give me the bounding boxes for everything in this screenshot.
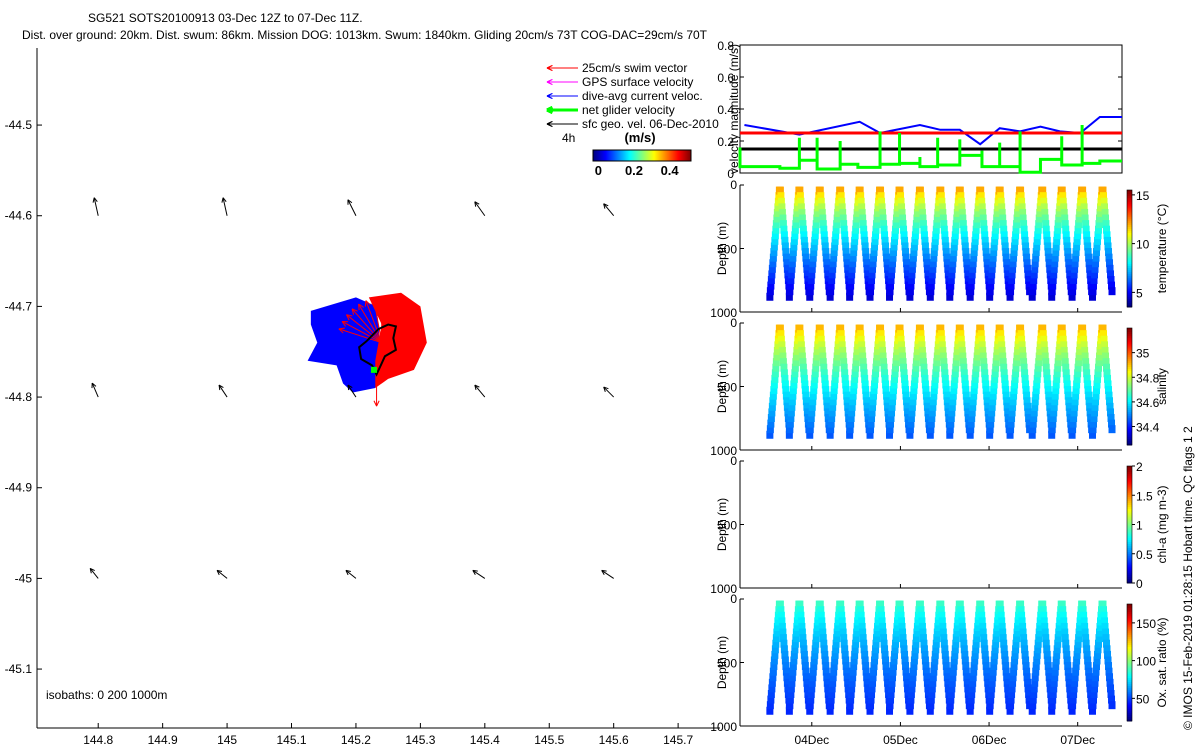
dive-avg-speed-line: [744, 116, 1122, 146]
y-tick-label: -45.1: [5, 662, 33, 676]
x-tick-label: 145.5: [534, 733, 564, 747]
profile-sample: [1108, 701, 1116, 710]
x-tick-label: 145.3: [405, 733, 435, 747]
depth-ylabel: Depth (m): [715, 222, 729, 275]
x-tick-label: 07Dec: [1060, 733, 1095, 747]
geostrophic-velocity-arrow: [474, 201, 486, 217]
interval-label: 4h: [562, 131, 575, 145]
depth-ylabel: Depth (m): [715, 498, 729, 551]
section-panel-1: 05001000Depth (m)34.434.634.835salinity: [710, 316, 1169, 458]
colorbar-tick-label: 150: [1136, 617, 1156, 631]
velocity-panel: 00.20.40.60.8velocity magnitude (m/s): [717, 39, 1123, 181]
x-tick-label: 06Dec: [972, 733, 1007, 747]
colorbar-tick-label: 35: [1136, 347, 1150, 361]
map-legend: 25cm/s swim vectorGPS surface velocitydi…: [546, 61, 719, 178]
section-panel-2: 05001000Depth (m)00.511.52chl-a (mg m-3): [710, 454, 1169, 596]
x-tick-label: 145.6: [599, 733, 629, 747]
colorbar-tick-label: 0.5: [1136, 548, 1153, 562]
colorbar-tick-label: 0: [595, 163, 602, 178]
section-panels: 05001000Depth (m)51015temperature (°C)05…: [710, 178, 1169, 747]
colorbar-label: chl-a (mg m-3): [1155, 485, 1169, 563]
x-tick-label: 04Dec: [794, 733, 829, 747]
geostrophic-velocity-arrow-head: [472, 569, 478, 572]
velocity-frame: [739, 44, 1123, 174]
net-glider-velocity: [370, 366, 377, 373]
x-tick-label: 145.2: [341, 733, 371, 747]
y-tick-label: -44.7: [5, 299, 33, 313]
isobaths-label: isobaths: 0 200 1000m: [46, 688, 167, 702]
legend-label: dive-avg current veloc.: [582, 89, 703, 103]
swim-vector-head: [364, 300, 367, 307]
colorbar-tick-label: 15: [1136, 189, 1150, 203]
y-tick-label: 1000: [710, 720, 737, 734]
credit: © IMOS 15-Feb-2019 01:28:15 Hobart time.…: [1181, 426, 1195, 730]
colorbar-tick-label: 0: [1136, 577, 1143, 591]
y-tick-label: 0: [730, 178, 737, 192]
colorbar-tick-label: 1: [1136, 519, 1143, 533]
geostrophic-velocity-arrow: [347, 199, 357, 216]
y-tick-label: -44.9: [5, 481, 33, 495]
legend-label: 25cm/s swim vector: [582, 61, 687, 75]
x-tick-label: 144.8: [83, 733, 113, 747]
colorbar-label: temperature (°C): [1155, 204, 1169, 294]
x-tick-label: 145: [217, 733, 237, 747]
profile-sample: [1108, 425, 1116, 434]
dive-avg-current-vectors: [307, 297, 382, 393]
y-tick-label: -44.5: [5, 118, 33, 132]
depth-ylabel: Depth (m): [715, 360, 729, 413]
legend-label: sfc geo. vel. 06-Dec-2010: [582, 117, 719, 131]
x-tick-label: 145.7: [663, 733, 693, 747]
y-tick-label: 0: [730, 454, 737, 468]
colorbar-label: salinity: [1155, 368, 1169, 405]
x-tick-label: 145.4: [470, 733, 500, 747]
y-tick-label: 0: [730, 592, 737, 606]
y-tick-label: -44.6: [5, 209, 33, 223]
colorbar-tick-label: 2: [1136, 460, 1143, 474]
figure: SG521 SOTS20100913 03-Dec 12Z to 07-Dec …: [5, 11, 1195, 747]
colorbar-label: Ox. sat. ratio (%): [1155, 617, 1169, 707]
title-line-1: SG521 SOTS20100913 03-Dec 12Z to 07-Dec …: [88, 11, 363, 25]
swim-vector-head: [397, 300, 399, 307]
geostrophic-velocity-arrow: [603, 203, 615, 217]
x-tick-label: 145.1: [276, 733, 306, 747]
depth-ylabel: Depth (m): [715, 636, 729, 689]
geostrophic-velocity-arrow-head: [221, 197, 224, 203]
y-tick-label: 0: [730, 316, 737, 330]
y-tick-label: -44.8: [5, 390, 33, 404]
colorbar-label: (m/s): [624, 130, 655, 145]
profile-sample: [1108, 287, 1116, 296]
colorbar-tick-label: 0.2: [625, 163, 643, 178]
geostrophic-velocity-arrow: [603, 386, 615, 398]
geostrophic-velocity-arrow-head: [601, 569, 607, 572]
colorbar-tick-label: 100: [1136, 655, 1156, 669]
section-panel-0: 05001000Depth (m)51015temperature (°C): [710, 178, 1169, 320]
section-panel-3: 0500100004Dec 05Dec 06Dec 07DecDepth (m)501…: [710, 592, 1169, 747]
x-tick-label: 05Dec: [883, 733, 918, 747]
colorbar-tick-label: 0.4: [661, 163, 680, 178]
y-tick-label: -45: [15, 571, 33, 585]
colorbar-tick-label: 1.5: [1136, 489, 1153, 503]
x-tick-label: 144.9: [148, 733, 178, 747]
colorbar-tick-label: 10: [1136, 238, 1150, 252]
colorbar-tick-label: 5: [1136, 286, 1143, 300]
colorbar-tick-label: 34.4: [1136, 421, 1160, 435]
swim-vector-head: [403, 304, 406, 311]
colorbar-tick-label: 50: [1136, 692, 1150, 706]
geostrophic-velocity-arrow-head: [92, 197, 95, 203]
title-line-2: Dist. over ground: 20km. Dist. swum: 86k…: [22, 28, 708, 42]
geostrophic-velocity-arrow: [474, 384, 486, 398]
legend-label: GPS surface velocity: [582, 75, 693, 89]
legend-label: net glider velocity: [582, 103, 675, 117]
